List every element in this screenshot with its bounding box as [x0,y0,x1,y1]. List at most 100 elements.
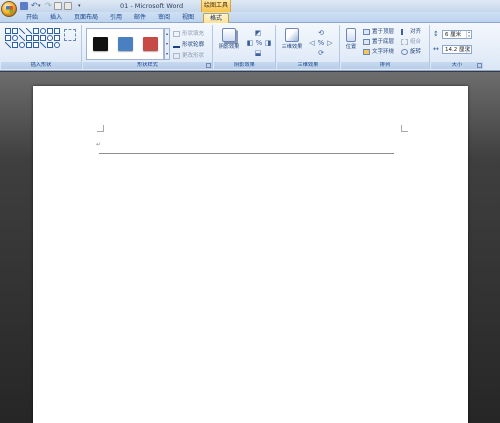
shape-item[interactable] [5,42,11,48]
shape-item[interactable] [40,42,46,48]
office-button[interactable] [1,1,17,17]
shape-width-field[interactable]: 14.2 厘米 ▴ ▾ [442,45,472,54]
style-swatch[interactable] [118,37,133,51]
send-to-back-command[interactable]: 置于底层 [363,38,394,46]
office-logo-icon [6,6,13,13]
nudge-right-icon[interactable]: ◨ [264,39,272,47]
shadow-effects-label: 阴影效果 [218,44,240,50]
tab-home[interactable]: 开始 [22,13,42,23]
height-spinner[interactable]: ▴ ▾ [466,30,471,38]
text-wrap-command[interactable]: 文字环绕 [363,48,394,56]
drawn-line-shape[interactable] [99,153,394,154]
gallery-scroll[interactable]: ▴ ▾ ▾ [164,28,170,60]
shape-item[interactable] [40,35,46,41]
shape-item[interactable] [47,35,53,41]
shape-item[interactable] [19,28,25,34]
group-label: 三维效果 [277,62,339,69]
tab-references[interactable]: 引用 [106,13,126,23]
group-3d-effects: 三维效果 ⟲ ◁ % ▷ ⟳ 三维效果 [277,25,340,69]
drawing-tools-label: 绘图工具 [201,0,231,12]
tab-page-layout[interactable]: 页面布局 [70,13,102,23]
tab-format[interactable]: 格式 [203,13,229,23]
save-icon[interactable] [20,2,28,10]
shadow-effects-button[interactable]: 阴影效果 [216,28,242,60]
shape-item[interactable] [12,28,18,34]
shape-item[interactable] [54,28,60,34]
group-label: 插入形状 [1,62,81,69]
cube-icon [285,28,299,42]
print-preview-icon[interactable] [64,2,72,10]
tab-insert[interactable]: 插入 [46,13,66,23]
title-bar: ↶ ▾ ↷ ▾ 01 - Microsoft Word 绘图工具 [0,0,500,12]
shape-item[interactable] [5,35,11,41]
shape-outline-label: 形状轮廓 [182,42,205,48]
group-shape-styles: ▴ ▾ ▾ 形状填充 形状轮廓 更改形状 形状样式 [83,25,213,69]
print-icon[interactable] [54,2,62,10]
ribbon-tab-row: 开始 插入 页面布局 引用 邮件 审阅 视图 格式 [0,12,500,23]
width-icon: ↔ [433,45,439,53]
dialog-launcher-icon[interactable] [206,63,211,68]
style-swatch[interactable] [143,37,158,51]
shape-item[interactable] [40,28,46,34]
watermark-brand: Baidu经验 [380,376,466,396]
align-command[interactable]: 对齐 [401,28,421,36]
shape-outline-command[interactable]: 形状轮廓 [173,41,204,49]
shape-item[interactable] [47,28,53,34]
tilt-left-icon[interactable]: ◁ [308,39,316,47]
tilt-down-icon[interactable]: ⟳ [317,49,325,57]
tab-mailings[interactable]: 邮件 [130,13,150,23]
shape-item[interactable] [19,42,25,48]
shape-style-gallery[interactable] [86,28,164,60]
shape-item[interactable] [26,28,32,34]
group-command[interactable]: 组合 [401,38,421,46]
width-spinner[interactable]: ▴ ▾ [466,45,471,53]
shape-fill-command[interactable]: 形状填充 [173,30,204,38]
align-label: 对齐 [410,29,422,35]
shape-item[interactable] [54,35,60,41]
shape-item[interactable] [47,42,53,48]
3d-effects-button[interactable]: 三维效果 [279,28,305,60]
group-label: 排列 [341,62,429,69]
rotate-command[interactable]: 旋转 [401,48,421,56]
shape-item[interactable] [33,35,39,41]
dialog-launcher-icon[interactable] [477,63,482,68]
shape-item[interactable] [26,35,32,41]
shapes-gallery[interactable] [5,28,60,54]
nudge-left-icon[interactable]: ◧ [246,39,254,47]
position-button[interactable]: 位置 [342,28,360,60]
tab-view[interactable]: 视图 [178,13,198,23]
shape-item[interactable] [5,28,11,34]
shape-item[interactable] [33,28,39,34]
tilt-up-icon[interactable]: ⟲ [317,29,325,37]
tab-review[interactable]: 审阅 [154,13,174,23]
shape-item[interactable] [26,42,32,48]
style-swatch[interactable] [93,37,108,51]
undo-dropdown-icon[interactable]: ▾ [38,2,42,10]
group-label: 阴影效果 [214,62,275,69]
3d-toggle-icon[interactable]: % [317,39,325,47]
shadow-icon [222,28,236,42]
watermark: Baidu经验 jingyan.baidu.com [378,367,496,419]
shadow-toggle-icon[interactable]: ◩ [254,29,262,37]
text-wrap-label: 文字环绕 [372,49,395,55]
paint-bucket-icon [173,30,180,37]
change-shape-command[interactable]: 更改形状 [173,52,204,60]
nudge-center-icon[interactable]: % [255,39,263,47]
redo-icon[interactable]: ↷ [45,2,53,10]
shape-height-field[interactable]: 6 厘米 ▴ ▾ [442,30,472,39]
nudge-down-icon[interactable]: ⬓ [254,49,262,57]
shape-item[interactable] [19,35,25,41]
tilt-right-icon[interactable]: ▷ [326,39,334,47]
shape-item[interactable] [12,35,18,41]
bring-to-front-command[interactable]: 置于顶层 [363,28,394,36]
edit-shape-icon[interactable] [64,29,76,41]
shape-item[interactable] [54,42,60,48]
3d-effects-label: 三维效果 [281,44,303,50]
customize-toolbar-icon[interactable]: ▾ [78,2,86,10]
shape-fill-label: 形状填充 [182,31,205,37]
group-label: 形状样式 [83,62,212,69]
shape-item[interactable] [12,42,18,48]
watermark-url: jingyan.baidu.com [382,399,447,407]
bring-front-label: 置于顶层 [372,29,395,35]
shape-item[interactable] [33,42,39,48]
